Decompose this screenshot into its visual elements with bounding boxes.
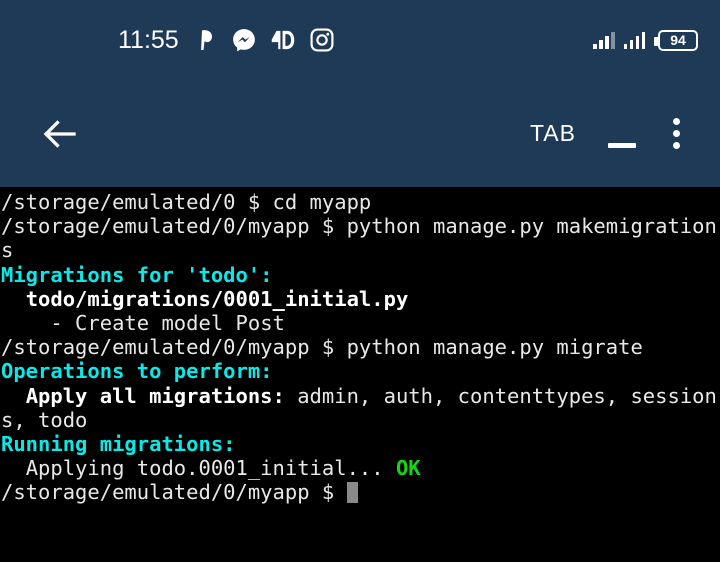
terminal-text: /storage/emulated/0/myapp $ python manag…	[1, 214, 717, 263]
signal-bars-icon-sim1	[593, 31, 615, 49]
overflow-menu-icon[interactable]	[650, 106, 702, 162]
messenger-icon	[231, 27, 257, 53]
signal-bars-icon-sim2	[623, 31, 645, 49]
tab-key-button[interactable]: TAB	[512, 110, 594, 157]
phone-screen: 11:55 94 TAB /storage/emulated/0 $ cd my…	[0, 0, 720, 562]
terminal-text: OK	[395, 456, 421, 481]
pinterest-icon	[192, 27, 218, 53]
terminal-text: /storage/emulated/0/myapp $	[1, 480, 347, 505]
status-clock: 11:55	[118, 25, 179, 54]
terminal-cursor	[346, 482, 358, 504]
status-bar: 11:55 94	[0, 0, 720, 80]
terminal-text: Running migrations:	[1, 432, 236, 457]
battery-icon: 94	[654, 29, 698, 51]
terminal-line: Apply all migrations: admin, auth, conte…	[0, 384, 720, 432]
status-bar-left-group: 11:55	[118, 27, 335, 53]
terminal-line: Applying todo.0001_initial... OK	[0, 456, 720, 480]
terminal-text: - Create model Post	[1, 311, 285, 336]
app-toolbar: TAB	[0, 80, 720, 187]
underscore-glyph	[608, 142, 636, 148]
terminal-line: Migrations for 'todo':	[0, 263, 720, 287]
back-arrow-icon[interactable]	[34, 108, 86, 160]
battery-level-text: 94	[670, 32, 686, 48]
terminal-line: - Create model Post	[0, 311, 720, 335]
terminal-text: /storage/emulated/0/myapp $ python manag…	[1, 335, 643, 360]
terminal-line: /storage/emulated/0/myapp $	[0, 480, 720, 504]
terminal-text: /storage/emulated/0 $ cd myapp	[1, 190, 372, 214]
terminal-text: Operations to perform:	[1, 359, 273, 384]
terminal-text: todo/migrations/0001_initial.py	[1, 286, 409, 311]
terminal-text: Apply all migrations:	[1, 383, 285, 408]
terminal-line: /storage/emulated/0/myapp $ python manag…	[0, 335, 720, 359]
underscore-key-button[interactable]	[594, 108, 650, 160]
terminal-line: /storage/emulated/0/myapp $ python manag…	[0, 214, 720, 262]
instagram-icon	[309, 27, 335, 53]
terminal-line: todo/migrations/0001_initial.py	[0, 287, 720, 311]
terminal-text: Migrations for 'todo':	[1, 262, 273, 287]
terminal-text: Applying todo.0001_initial...	[1, 456, 396, 481]
terminal-line: Running migrations:	[0, 432, 720, 456]
terminal-line: /storage/emulated/0 $ cd myapp	[0, 190, 720, 214]
terminal-output[interactable]: /storage/emulated/0 $ cd myapp/storage/e…	[0, 187, 720, 562]
4d-app-icon	[270, 27, 296, 53]
status-bar-right-group: 94	[593, 29, 698, 51]
terminal-line: Operations to perform:	[0, 359, 720, 383]
